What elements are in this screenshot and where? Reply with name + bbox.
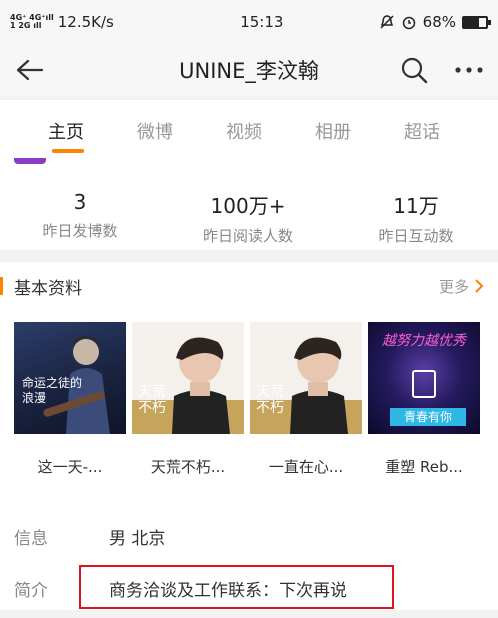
tab-home[interactable]: 主页 xyxy=(48,100,137,158)
tab-label: 超话 xyxy=(404,122,440,143)
section-header: 基本资料 更多 xyxy=(0,262,498,310)
section-title: 基本资料 xyxy=(0,274,82,299)
profile-tabs: 主页 微博 视频 相册 超话 xyxy=(0,100,498,158)
stat-posts: 3 昨日发博数 xyxy=(0,190,160,241)
battery-fill xyxy=(464,17,479,27)
highlight-box xyxy=(79,565,394,609)
stat-interactions: 11万 昨日互动数 xyxy=(336,190,496,246)
more-link[interactable]: 更多 xyxy=(439,276,484,297)
battery-percent: 68% xyxy=(422,13,456,31)
album-cover: 越努力越优秀 青春有你 xyxy=(368,322,480,434)
status-time: 15:13 xyxy=(240,13,284,31)
mute-icon xyxy=(380,15,394,29)
album-name: 天荒不朽... xyxy=(150,458,226,476)
status-bar: 4G⁺ 4G⁺ıll 1 2G ıll 12.5K/s 15:13 68% xyxy=(0,0,498,44)
album-cover: 天荒不朽 xyxy=(132,322,244,434)
tab-video[interactable]: 视频 xyxy=(226,100,315,158)
stat-label: 昨日发博数 xyxy=(42,222,118,240)
album-logo xyxy=(412,370,436,398)
info-row-basic: 信息 男 北京 xyxy=(14,524,165,549)
more-icon[interactable] xyxy=(454,66,484,74)
basic-info-card: 基本资料 更多 命运之徒的浪漫 这一天-... 天荒不朽 天荒不朽... 天荒不… xyxy=(0,262,498,610)
album-cover-title: 天荒不朽 xyxy=(256,384,284,416)
tab-label: 相册 xyxy=(315,122,351,143)
tab-supertopic[interactable]: 超话 xyxy=(404,100,493,158)
tab-label: 主页 xyxy=(48,122,84,143)
status-right: 68% xyxy=(379,13,491,31)
stat-readers: 100万+ 昨日阅读人数 xyxy=(168,190,328,246)
album-item[interactable]: 命运之徒的浪漫 这一天-... xyxy=(14,322,126,477)
info-value: 男 北京 xyxy=(109,529,166,549)
stat-label: 昨日互动数 xyxy=(378,227,454,245)
alarm-icon xyxy=(402,16,415,30)
tab-label: 微博 xyxy=(137,122,173,143)
tab-album[interactable]: 相册 xyxy=(315,100,404,158)
battery-icon xyxy=(462,15,491,29)
album-item[interactable]: 天荒不朽 一直在心... xyxy=(250,322,362,477)
album-name: 一直在心... xyxy=(268,458,344,476)
back-arrow-icon[interactable] xyxy=(14,58,44,82)
album-cover: 天荒不朽 xyxy=(250,322,362,434)
network-speed: 12.5K/s xyxy=(57,13,114,31)
album-name: 这一天-... xyxy=(37,458,103,476)
stat-value: 11万 xyxy=(393,194,439,218)
album-name: 重塑 Reb... xyxy=(385,458,463,476)
singer-portrait xyxy=(172,337,230,434)
info-label: 信息 xyxy=(14,529,48,549)
album-cover-title: 越努力越优秀 xyxy=(382,333,466,349)
nav-actions xyxy=(400,56,484,84)
album-cover: 命运之徒的浪漫 xyxy=(14,322,126,434)
tab-weibo[interactable]: 微博 xyxy=(137,100,226,158)
search-icon[interactable] xyxy=(400,56,428,84)
signal-icon: 4G⁺ 4G⁺ıll 1 2G ıll xyxy=(10,14,54,30)
stat-label: 昨日阅读人数 xyxy=(202,227,293,245)
album-badge: 青春有你 xyxy=(390,408,466,426)
chevron-right-icon xyxy=(475,279,484,293)
network-bottom: 1 2G ıll xyxy=(10,21,42,30)
stats-card: 3 昨日发博数 100万+ 昨日阅读人数 11万 昨日互动数 xyxy=(0,158,498,250)
nav-bar: UNINE_李汶翰 xyxy=(0,44,498,96)
singer-portrait xyxy=(290,337,348,434)
stat-value: 3 xyxy=(73,190,87,214)
stat-value: 100万+ xyxy=(210,194,286,218)
decorative-tab xyxy=(14,158,46,164)
album-cover-title: 命运之徒的浪漫 xyxy=(22,376,83,405)
album-item[interactable]: 越努力越优秀 青春有你 重塑 Reb... xyxy=(368,322,480,477)
album-cover-title: 天荒不朽 xyxy=(138,384,166,416)
more-label: 更多 xyxy=(438,277,469,296)
tab-active-indicator xyxy=(52,149,84,153)
tab-label: 视频 xyxy=(226,122,262,143)
album-item[interactable]: 天荒不朽 天荒不朽... xyxy=(132,322,244,477)
